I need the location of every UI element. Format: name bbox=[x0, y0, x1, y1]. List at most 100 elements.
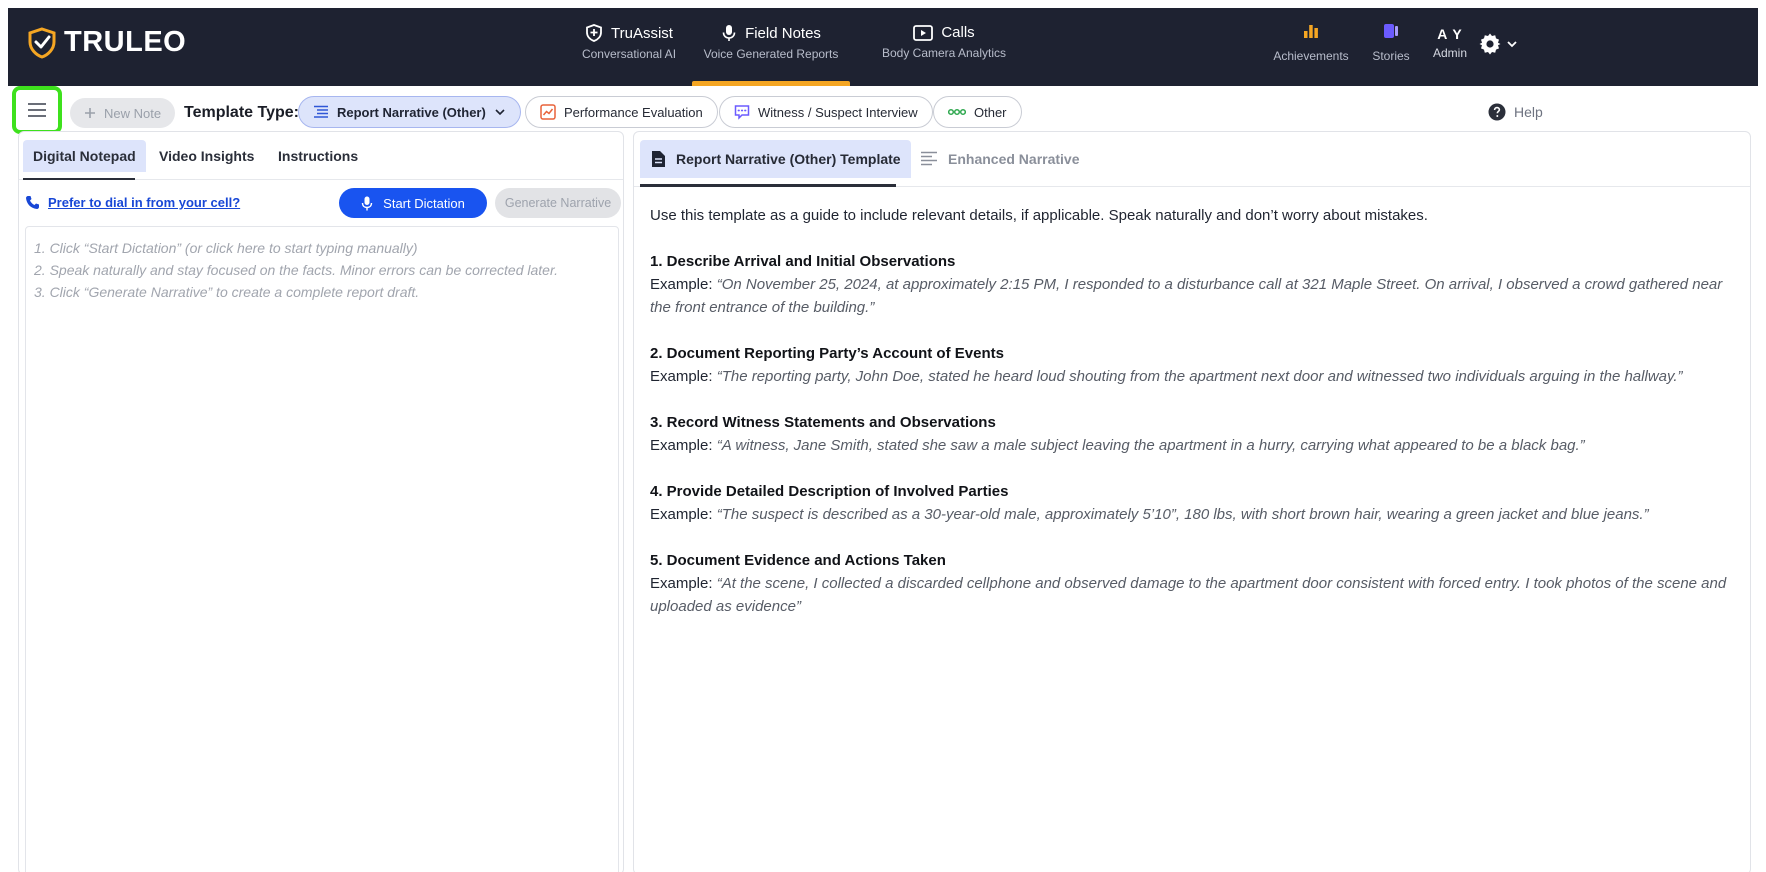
achievements-label: Achievements bbox=[1273, 49, 1349, 63]
speech-bubble-icon bbox=[734, 105, 750, 120]
example-text: “The suspect is described as a 30-year-o… bbox=[716, 506, 1649, 523]
tab-report-narrative-template-label: Report Narrative (Other) Template bbox=[676, 151, 901, 167]
tab-enhanced-narrative[interactable]: Enhanced Narrative bbox=[910, 140, 1090, 178]
template-performance-evaluation-label: Performance Evaluation bbox=[564, 104, 703, 120]
stories-button[interactable]: Stories bbox=[1364, 24, 1418, 63]
tab-enhanced-narrative-label: Enhanced Narrative bbox=[948, 151, 1080, 167]
example-text: “At the scene, I collected a discarded c… bbox=[650, 575, 1727, 615]
document-icon bbox=[652, 151, 665, 167]
template-type-label: Template Type: bbox=[184, 104, 299, 121]
section-title: 5. Document Evidence and Actions Taken bbox=[650, 552, 946, 569]
notepad-placeholder-line: 3. Click “Generate Narrative” to create … bbox=[34, 284, 420, 300]
tab-instructions[interactable]: Instructions bbox=[268, 140, 368, 172]
dial-in-link[interactable]: Prefer to dial in from your cell? bbox=[25, 195, 240, 210]
user-role: Admin bbox=[1432, 46, 1467, 60]
nav-field-notes[interactable]: Field Notes Voice Generated Reports bbox=[692, 24, 850, 86]
active-tab-underline bbox=[23, 178, 135, 180]
template-witness-suspect-interview[interactable]: Witness / Suspect Interview bbox=[719, 96, 933, 128]
nav-calls-title: Calls bbox=[941, 24, 975, 41]
gear-icon bbox=[1479, 33, 1501, 55]
tab-instructions-label: Instructions bbox=[278, 148, 359, 164]
section-title: 3. Record Witness Statements and Observa… bbox=[650, 414, 996, 431]
hamburger-icon bbox=[28, 103, 46, 117]
nav-calls[interactable]: Calls Body Camera Analytics bbox=[874, 24, 1014, 86]
shield-badge-icon bbox=[586, 24, 602, 42]
template-panel: Report Narrative (Other) Template Enhanc… bbox=[633, 131, 1751, 872]
right-tabs: Report Narrative (Other) Template Enhanc… bbox=[634, 132, 1750, 187]
microphone-icon bbox=[361, 196, 373, 210]
section-title: 2. Document Reporting Party’s Account of… bbox=[650, 345, 1004, 362]
user-initials: A Y bbox=[1437, 26, 1463, 42]
list-lines-icon bbox=[314, 105, 328, 118]
nav-field-notes-subtitle: Voice Generated Reports bbox=[703, 47, 839, 61]
left-tabs: Digital Notepad Video Insights Instructi… bbox=[19, 132, 623, 180]
start-dictation-button[interactable]: Start Dictation bbox=[339, 188, 487, 218]
app-window: TRULEO TruAssist Conversational AI Field… bbox=[8, 8, 1758, 872]
example-text: “On November 25, 2024, at approximately … bbox=[650, 276, 1723, 316]
section-title: 4. Provide Detailed Description of Invol… bbox=[650, 483, 1009, 500]
help-button[interactable]: Help bbox=[1488, 103, 1543, 121]
template-intro: Use this template as a guide to include … bbox=[650, 207, 1428, 224]
template-section: 2. Document Reporting Party’s Account of… bbox=[650, 342, 1740, 388]
template-section: 5. Document Evidence and Actions Taken E… bbox=[650, 549, 1740, 618]
tab-report-narrative-template[interactable]: Report Narrative (Other) Template bbox=[640, 140, 911, 178]
generate-narrative-button[interactable]: Generate Narrative bbox=[495, 188, 621, 218]
example-label: Example: bbox=[650, 437, 713, 454]
chevron-down-icon bbox=[1507, 41, 1517, 48]
hamburger-menu-button[interactable] bbox=[12, 86, 62, 134]
dial-in-link-text: Prefer to dial in from your cell? bbox=[48, 195, 241, 210]
notepad-placeholder-line: 2. Speak naturally and stay focused on t… bbox=[34, 262, 558, 278]
section-example: Example: “At the scene, I collected a di… bbox=[650, 572, 1740, 618]
active-tab-underline bbox=[640, 184, 896, 187]
template-report-narrative-label: Report Narrative (Other) bbox=[337, 104, 486, 120]
microphone-icon bbox=[722, 25, 736, 41]
example-label: Example: bbox=[650, 368, 713, 385]
template-performance-evaluation[interactable]: Performance Evaluation bbox=[525, 96, 718, 128]
section-example: Example: “A witness, Jane Smith, stated … bbox=[650, 434, 1740, 457]
phone-icon bbox=[26, 196, 39, 209]
nav-truassist[interactable]: TruAssist Conversational AI bbox=[564, 24, 694, 86]
new-note-button[interactable]: New Note bbox=[70, 98, 176, 128]
tab-video-insights-label: Video Insights bbox=[159, 148, 255, 164]
truleo-logo[interactable]: TRULEO bbox=[26, 26, 186, 59]
template-section: 1. Describe Arrival and Initial Observat… bbox=[650, 250, 1740, 319]
top-navigation-bar: TRULEO TruAssist Conversational AI Field… bbox=[8, 8, 1758, 86]
nav-truassist-subtitle: Conversational AI bbox=[581, 47, 677, 61]
template-section: 4. Provide Detailed Description of Invol… bbox=[650, 480, 1740, 526]
template-content: Use this template as a guide to include … bbox=[650, 204, 1740, 641]
stories-stack-icon bbox=[1384, 24, 1398, 38]
section-example: Example: “On November 25, 2024, at appro… bbox=[650, 273, 1740, 319]
settings-menu-button[interactable] bbox=[1478, 32, 1518, 56]
chart-trend-icon bbox=[540, 104, 556, 120]
example-text: “A witness, Jane Smith, stated she saw a… bbox=[716, 437, 1585, 454]
tab-digital-notepad[interactable]: Digital Notepad bbox=[23, 140, 146, 172]
tab-video-insights[interactable]: Video Insights bbox=[149, 140, 264, 172]
template-report-narrative-dropdown[interactable]: Report Narrative (Other) bbox=[298, 96, 521, 128]
shield-check-icon bbox=[28, 26, 56, 59]
section-title: 1. Describe Arrival and Initial Observat… bbox=[650, 253, 956, 270]
plus-icon bbox=[85, 108, 95, 118]
notepad-textarea[interactable]: 1. Click “Start Dictation” (or click her… bbox=[25, 226, 619, 872]
start-dictation-label: Start Dictation bbox=[383, 195, 465, 211]
chevron-down-icon bbox=[495, 109, 505, 116]
template-witness-suspect-label: Witness / Suspect Interview bbox=[758, 104, 918, 120]
text-lines-icon bbox=[921, 151, 937, 166]
nav-calls-subtitle: Body Camera Analytics bbox=[881, 46, 1007, 60]
dots-icon bbox=[948, 108, 966, 116]
section-example: Example: “The suspect is described as a … bbox=[650, 503, 1740, 526]
achievements-button[interactable]: Achievements bbox=[1266, 24, 1356, 63]
template-other[interactable]: Other bbox=[933, 96, 1022, 128]
user-profile[interactable]: A Y Admin bbox=[1426, 26, 1474, 60]
new-note-label: New Note bbox=[104, 105, 162, 121]
video-play-icon bbox=[913, 24, 934, 41]
example-label: Example: bbox=[650, 575, 713, 592]
stories-label: Stories bbox=[1372, 49, 1410, 63]
example-text: “The reporting party, John Doe, stated h… bbox=[716, 368, 1683, 385]
template-section: 3. Record Witness Statements and Observa… bbox=[650, 411, 1740, 457]
nav-field-notes-title: Field Notes bbox=[745, 24, 821, 42]
bar-chart-icon bbox=[1304, 25, 1318, 38]
notepad-placeholder-line: 1. Click “Start Dictation” (or click her… bbox=[34, 240, 418, 256]
section-example: Example: “The reporting party, John Doe,… bbox=[650, 365, 1740, 388]
brand-name: TRULEO bbox=[64, 26, 187, 58]
example-label: Example: bbox=[650, 276, 713, 293]
